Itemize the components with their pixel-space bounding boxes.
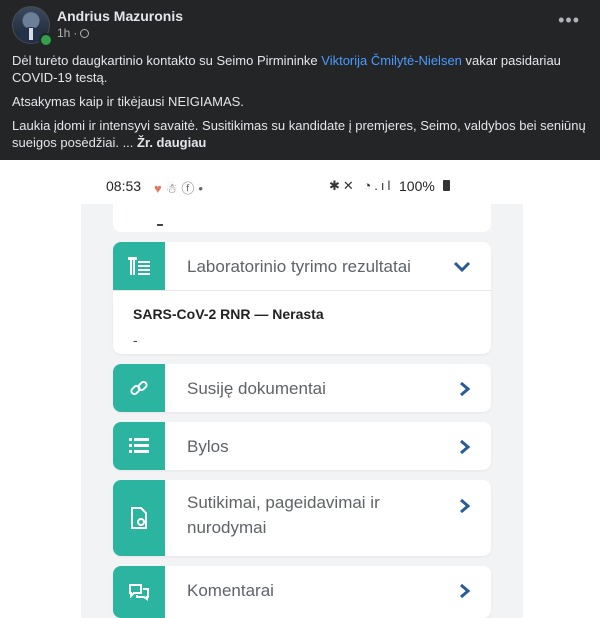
chevron-right-icon[interactable]: [459, 381, 471, 402]
chevron-right-icon[interactable]: [459, 583, 471, 604]
test-result-detail: -: [133, 332, 138, 348]
files-item[interactable]: Bylos: [113, 422, 491, 470]
divider: [113, 290, 491, 291]
see-more-link[interactable]: Žr. daugiau: [137, 135, 206, 150]
post-body: Dėl turėto daugkartinio kontakto su Seim…: [12, 52, 590, 158]
consents-item[interactable]: Sutikimai, pageidavimai ir nurodymai: [113, 480, 491, 556]
list-icon: [113, 422, 165, 470]
chat-icon: [113, 566, 165, 618]
related-documents-item[interactable]: Susiję dokumentai: [113, 364, 491, 412]
chevron-right-icon[interactable]: [459, 439, 471, 460]
globe-icon: [80, 28, 90, 38]
lab-results-icon: [113, 242, 165, 290]
post-meta: 1h ·: [57, 26, 90, 40]
phone-screenshot: 08:53 ♥☃ⓕ• ✱✕ ◔.ıl 100% Laboratorinio ty…: [81, 168, 523, 618]
consents-label: Sutikimai, pageidavimai ir nurodymai: [187, 493, 380, 537]
battery-icon: [443, 180, 450, 191]
online-indicator-icon: [39, 33, 53, 47]
status-bar: 08:53 ♥☃ⓕ• ✱✕ ◔.ıl 100%: [81, 168, 523, 204]
post-time[interactable]: 1h: [57, 26, 70, 40]
lab-results-card[interactable]: Laboratorinio tyrimo rezultatai SARS-CoV…: [113, 242, 491, 354]
facebook-post: Andrius Mazuronis 1h · ••• Dėl turėto da…: [0, 0, 600, 160]
comments-label: Komentarai: [187, 581, 274, 600]
related-documents-label: Susiję dokumentai: [187, 379, 326, 398]
lab-results-label: Laboratorinio tyrimo rezultatai: [187, 257, 411, 276]
comments-item[interactable]: Komentarai: [113, 566, 491, 618]
system-icons: ✱✕ ◔.ıl: [329, 178, 394, 193]
chevron-right-icon[interactable]: [459, 498, 471, 519]
post-paragraph-3: Laukia įdomi ir intensyvi savaitė. Susit…: [12, 118, 586, 150]
tagged-person-link[interactable]: Viktorija Čmilytė-Nielsen: [321, 53, 462, 68]
status-time: 08:53: [106, 178, 142, 194]
chevron-down-icon[interactable]: [453, 260, 471, 278]
link-icon: [113, 364, 165, 412]
previous-card: [113, 204, 491, 232]
test-result: SARS-CoV-2 RNR — Nerasta: [133, 306, 324, 322]
battery-text: 100%: [399, 178, 435, 194]
files-label: Bylos: [187, 437, 229, 456]
document-search-icon: [113, 480, 165, 556]
notification-icons: ♥☃ⓕ•: [154, 181, 207, 196]
post-paragraph-1: Dėl turėto daugkartinio kontakto su Seim…: [12, 53, 561, 85]
author-name[interactable]: Andrius Mazuronis: [57, 8, 183, 24]
more-options-icon[interactable]: •••: [558, 10, 580, 31]
post-paragraph-2: Atsakymas kaip ir tikėjausi NEIGIAMAS.: [12, 94, 244, 109]
